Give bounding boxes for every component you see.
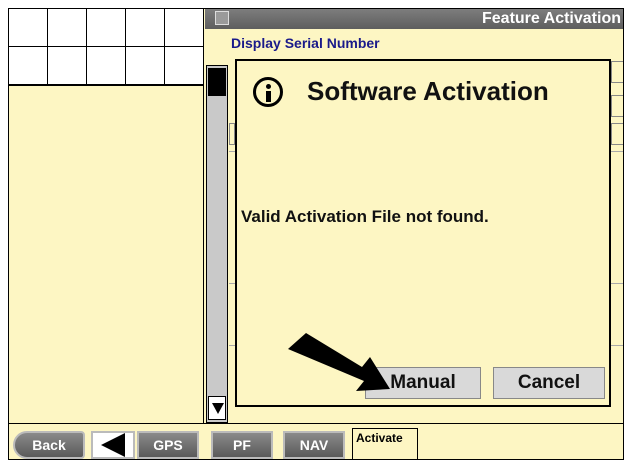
nav-button[interactable]: NAV (283, 431, 345, 459)
grid-cell[interactable] (87, 9, 126, 47)
nav-left-arrow-icon[interactable] (91, 431, 135, 459)
left-panel (9, 85, 204, 423)
scroll-down-arrow-icon[interactable] (208, 396, 226, 420)
bottom-softkey-bar: Back GPS PF NAV Activate (9, 423, 623, 459)
list-field (611, 95, 623, 117)
list-field (611, 123, 623, 145)
back-button[interactable]: Back (13, 431, 85, 459)
tab-activate[interactable]: Activate (352, 428, 418, 459)
grid-cell[interactable] (9, 9, 48, 47)
grid-cell[interactable] (9, 47, 48, 85)
window-icon (215, 11, 229, 25)
dialog-title: Software Activation (307, 76, 549, 106)
grid-cell[interactable] (87, 47, 126, 85)
info-icon (253, 77, 283, 107)
grid-cell[interactable] (126, 47, 165, 85)
grid-cell[interactable] (165, 47, 204, 85)
section-heading: Display Serial Number (231, 35, 380, 51)
grid-cell[interactable] (48, 47, 87, 85)
pointer-arrow-icon (288, 333, 390, 391)
gps-button[interactable]: GPS (137, 431, 199, 459)
cancel-button[interactable]: Cancel (493, 367, 605, 399)
window-title: Feature Activation (482, 10, 621, 27)
dialog-message: Valid Activation File not found. (241, 207, 489, 226)
grid-cell[interactable] (48, 9, 87, 47)
grid-cell[interactable] (165, 9, 204, 47)
grid-panel (9, 9, 204, 85)
title-bar: Feature Activation (205, 9, 623, 29)
grid-cell[interactable] (126, 9, 165, 47)
display-screen: Feature Activation Display Serial Number… (8, 8, 624, 460)
scroll-thumb[interactable] (208, 68, 226, 96)
pf-button[interactable]: PF (211, 431, 273, 459)
scrollbar[interactable] (206, 65, 228, 423)
list-field (611, 61, 623, 83)
